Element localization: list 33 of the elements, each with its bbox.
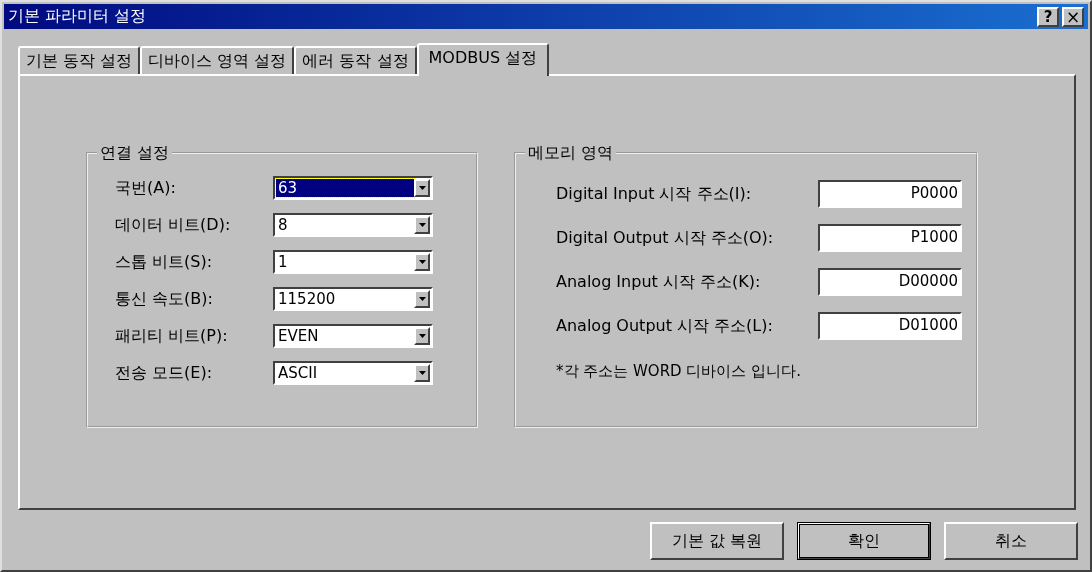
field-label: 데이터 비트(D): [115, 214, 232, 236]
tab[interactable]: 디바이스 영역 설정 [140, 46, 295, 74]
field-label: 통신 속도(B): [115, 288, 214, 310]
input-field[interactable]: D01000 [818, 312, 962, 340]
field-label: 스톱 비트(S): [115, 251, 214, 273]
tab[interactable]: MODBUS 설정 [416, 43, 550, 76]
field-label: 국번(A): [115, 177, 177, 199]
dropdown[interactable]: 1 [273, 250, 433, 274]
field-label: 패리티 비트(P): [115, 325, 229, 347]
dropdown[interactable]: 8 [273, 213, 433, 237]
field-label: Digital Output 시작 주소(O): [556, 227, 775, 249]
dropdown[interactable]: 63 [273, 176, 433, 200]
note-text: *각 주소는 WORD 디바이스 입니다. [556, 362, 802, 381]
help-button[interactable]: ? [1037, 6, 1059, 27]
dialog-button[interactable]: 기본 값 복원 [650, 522, 784, 560]
dialog-button[interactable]: 취소 [944, 522, 1078, 560]
dialog-button[interactable]: 확인 [797, 522, 931, 560]
field-label: Analog Input 시작 주소(K): [556, 271, 762, 293]
group-title: 연결 설정 [97, 143, 173, 164]
close-button[interactable]: × [1062, 6, 1084, 27]
field-label: Analog Output 시작 주소(L): [556, 315, 774, 337]
field-label: Digital Input 시작 주소(I): [556, 183, 753, 205]
input-field[interactable]: D00000 [818, 268, 962, 296]
group-title: 메모리 영역 [525, 143, 617, 164]
dropdown[interactable]: EVEN [273, 324, 433, 348]
input-field[interactable]: P0000 [818, 180, 962, 208]
tab[interactable]: 기본 동작 설정 [18, 46, 141, 74]
dropdown[interactable]: 115200 [273, 287, 433, 311]
field-label: 전송 모드(E): [115, 362, 214, 384]
window-title: 기본 파라미터 설정 [8, 6, 148, 27]
dropdown[interactable]: ASCII [273, 361, 433, 385]
input-field[interactable]: P1000 [818, 224, 962, 252]
tab[interactable]: 에러 동작 설정 [294, 46, 417, 74]
